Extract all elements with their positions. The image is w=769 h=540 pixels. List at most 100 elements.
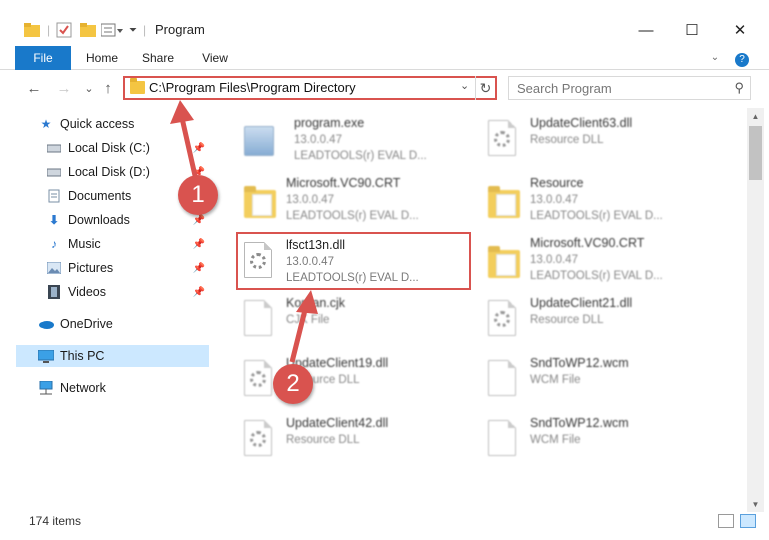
sidebar-item-label: Downloads <box>68 213 130 227</box>
vertical-scrollbar[interactable]: ▲ ▼ <box>747 108 764 512</box>
pictures-icon <box>46 260 62 276</box>
status-bar: 174 items <box>0 506 769 536</box>
search-icon[interactable]: ⚲ <box>734 80 744 96</box>
folder-icon <box>244 180 278 222</box>
sidebar-item-label: Network <box>60 381 106 395</box>
up-button[interactable]: ↑ <box>98 78 118 98</box>
file-item[interactable]: program.exe 13.0.0.47 LEADTOOLS(r) EVAL … <box>238 112 468 170</box>
file-type: CJK File <box>286 314 330 326</box>
folder-icon <box>488 180 522 222</box>
rename-icon[interactable] <box>101 20 123 40</box>
file-description: LEADTOOLS(r) EVAL D... <box>530 270 663 282</box>
refresh-button[interactable]: ↻ <box>475 76 495 100</box>
dll-icon <box>488 120 522 162</box>
pin-icon[interactable]: 📌 <box>193 263 205 274</box>
item-count: 174 items <box>29 514 82 528</box>
customize-toolbar-icon[interactable]: ⏷ <box>129 20 137 40</box>
file-item[interactable]: Korean.cjk CJK File <box>238 292 468 350</box>
pin-icon[interactable]: 📌 <box>193 239 205 250</box>
minimize-button[interactable]: — <box>623 18 669 42</box>
back-button[interactable]: ← <box>24 78 44 98</box>
file-description: LEADTOOLS(r) EVAL D... <box>286 210 419 222</box>
close-button[interactable]: ✕ <box>717 18 763 42</box>
file-type: Resource DLL <box>286 434 360 446</box>
file-name: SndToWP12.wcm <box>530 356 629 370</box>
navigation-pane: ★ Quick access Local Disk (C:) 📌 Local D… <box>0 108 211 502</box>
network-icon <box>38 380 54 396</box>
sidebar-item-label: This PC <box>60 349 105 363</box>
file-item[interactable]: Microsoft.VC90.CRT 13.0.0.47 LEADTOOLS(r… <box>482 232 712 290</box>
separator: | <box>47 23 51 37</box>
sidebar-item-label: Local Disk (D:) <box>68 165 150 179</box>
details-view-icon[interactable] <box>718 514 734 528</box>
file-version: 13.0.0.47 <box>530 194 578 206</box>
large-icons-view-icon[interactable] <box>740 514 756 528</box>
chevron-down-icon[interactable]: ⌄ <box>460 79 469 92</box>
address-path[interactable]: C:\Program Files\Program Directory <box>149 80 356 95</box>
dll-icon <box>488 300 522 342</box>
file-item[interactable]: SndToWP12.wcm WCM File <box>482 352 712 410</box>
sidebar-item-quick-access[interactable]: ★ Quick access <box>38 113 209 135</box>
file-name: Korean.cjk <box>286 296 346 310</box>
properties-icon[interactable] <box>56 20 72 40</box>
pin-icon[interactable]: 📌 <box>193 215 205 226</box>
sidebar-item-pictures[interactable]: Pictures 📌 <box>46 257 209 279</box>
sidebar-item-videos[interactable]: Videos 📌 <box>46 281 209 303</box>
drive-icon <box>46 164 62 180</box>
ribbon: File Home Share View ⌄ ? <box>0 46 769 70</box>
file-name: SndToWP12.wcm <box>530 416 629 430</box>
maximize-button[interactable]: ☐ <box>669 18 715 42</box>
pin-icon[interactable]: 📌 <box>193 287 205 298</box>
file-icon <box>488 420 522 462</box>
file-type: Resource DLL <box>530 134 604 146</box>
music-icon: ♪ <box>51 237 57 251</box>
file-item[interactable]: UpdateClient63.dll Resource DLL <box>482 112 712 170</box>
navigation-bar: ← → ⌄ ↑ C:\Program Files\Program Directo… <box>0 72 769 104</box>
target-file-highlight <box>236 232 471 290</box>
documents-icon <box>46 188 62 204</box>
file-list: program.exe 13.0.0.47 LEADTOOLS(r) EVAL … <box>212 108 745 502</box>
download-icon: ⬇ <box>48 213 60 227</box>
file-item[interactable]: SndToWP12.wcm WCM File <box>482 412 712 470</box>
tab-view[interactable]: View <box>194 46 236 70</box>
sidebar-item-downloads[interactable]: ⬇ Downloads 📌 <box>46 209 209 231</box>
sidebar-item-music[interactable]: ♪ Music 📌 <box>46 233 209 255</box>
file-item[interactable]: UpdateClient21.dll Resource DLL <box>482 292 712 350</box>
file-item[interactable]: UpdateClient42.dll Resource DLL <box>238 412 468 470</box>
file-version: 13.0.0.47 <box>530 254 578 266</box>
new-folder-icon[interactable] <box>80 20 96 40</box>
sidebar-item-onedrive[interactable]: OneDrive <box>38 313 209 335</box>
scroll-thumb[interactable] <box>749 126 762 180</box>
computer-icon <box>38 348 54 364</box>
file-item[interactable]: Resource 13.0.0.47 LEADTOOLS(r) EVAL D..… <box>482 172 712 230</box>
chevron-down-icon[interactable]: ⌄ <box>708 46 722 70</box>
file-type: WCM File <box>530 434 581 446</box>
sidebar-item-network[interactable]: Network <box>38 377 209 399</box>
forward-button[interactable]: → <box>54 78 74 98</box>
tab-file[interactable]: File <box>15 46 71 70</box>
tab-share[interactable]: Share <box>136 46 180 70</box>
file-description: LEADTOOLS(r) EVAL D... <box>294 150 427 162</box>
window-title: Program <box>155 22 205 37</box>
address-bar[interactable]: C:\Program Files\Program Directory ⌄ ↻ <box>123 76 497 100</box>
recent-locations-button[interactable]: ⌄ <box>79 78 99 98</box>
help-icon[interactable]: ? <box>735 53 749 67</box>
sidebar-item-this-pc[interactable]: This PC <box>16 345 209 367</box>
file-version: 13.0.0.47 <box>286 194 334 206</box>
folder-icon <box>24 20 40 40</box>
drive-icon <box>46 140 62 156</box>
application-icon <box>244 120 278 162</box>
file-name: Resource <box>530 176 584 190</box>
file-type: WCM File <box>530 374 581 386</box>
file-item[interactable]: Microsoft.VC90.CRT 13.0.0.47 LEADTOOLS(r… <box>238 172 468 230</box>
search-input[interactable]: Search Program ⚲ <box>508 76 751 100</box>
separator: | <box>143 23 147 37</box>
title-bar: | ⏷ | Program — ☐ ✕ <box>0 0 769 44</box>
tab-home[interactable]: Home <box>80 46 124 70</box>
sidebar-item-label: OneDrive <box>60 317 113 331</box>
cloud-icon <box>38 316 54 332</box>
pin-icon[interactable]: 📌 <box>193 143 205 154</box>
scroll-up-icon[interactable]: ▲ <box>747 108 764 124</box>
sidebar-item-label: Videos <box>68 285 106 299</box>
sidebar-item-local-disk-c[interactable]: Local Disk (C:) 📌 <box>46 137 209 159</box>
